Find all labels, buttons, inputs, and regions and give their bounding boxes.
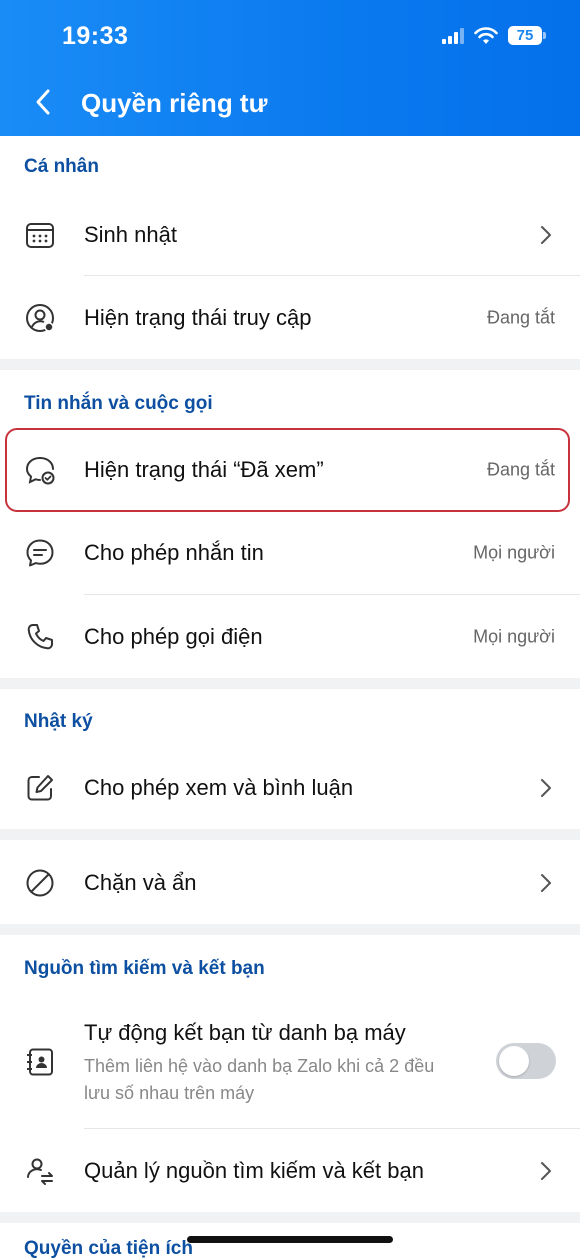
block-icon: [26, 869, 54, 897]
battery-level: 75: [516, 27, 534, 44]
app-header: 19:33 75 Quyền riêng tư: [0, 0, 580, 136]
edit-icon: [27, 775, 53, 801]
row-label: Quản lý nguồn tìm kiếm và kết bạn: [84, 1158, 424, 1183]
wifi-icon: [474, 26, 498, 44]
divider: [84, 594, 580, 595]
chat-bubble-icon: [26, 539, 54, 567]
chevron-right-icon: [541, 1162, 551, 1180]
row-allow-calls[interactable]: Cho phép gọi điện Mọi người: [0, 596, 580, 678]
row-label: Cho phép nhắn tin: [84, 540, 264, 565]
divider: [84, 1128, 580, 1129]
user-sync-icon: [27, 1158, 53, 1185]
section-gap: [0, 1212, 580, 1223]
row-manage-sources[interactable]: Quản lý nguồn tìm kiếm và kết bạn: [0, 1130, 580, 1212]
page-title: Quyền riêng tư: [81, 88, 268, 118]
row-value: Đang tắt: [486, 307, 555, 328]
phone-icon: [27, 624, 53, 650]
highlight-box: [5, 428, 570, 512]
user-status-icon: [26, 304, 54, 332]
chevron-right-icon: [541, 874, 551, 892]
battery-icon: 75: [508, 26, 546, 45]
section-header-personal: Cá nhân: [24, 156, 99, 177]
home-indicator: [187, 1236, 393, 1243]
toggle-knob: [499, 1046, 529, 1076]
chevron-right-icon: [541, 779, 551, 797]
section-header-diary: Nhật ký: [24, 711, 93, 732]
row-label: Hiện trạng thái truy cập: [84, 305, 312, 330]
row-label: Cho phép gọi điện: [84, 624, 263, 649]
status-time: 19:33: [62, 22, 129, 50]
calendar-icon: [26, 223, 54, 248]
row-allow-messages[interactable]: Cho phép nhắn tin Mọi người: [0, 512, 580, 594]
section-header-messages-calls: Tin nhắn và cuộc gọi: [24, 393, 213, 414]
section-gap: [0, 829, 580, 840]
section-header-search-friend: Nguồn tìm kiếm và kết bạn: [24, 958, 265, 979]
signal-icon: [442, 27, 464, 44]
row-label: Chặn và ẩn: [84, 870, 197, 895]
section-gap: [0, 359, 580, 370]
section-header-next: Quyền của tiện ích: [24, 1238, 193, 1259]
row-view-comment[interactable]: Cho phép xem và bình luận: [0, 747, 580, 829]
row-value: Mọi người: [473, 542, 555, 563]
row-block-hide[interactable]: Chặn và ẩn: [0, 842, 580, 924]
section-gap: [0, 924, 580, 935]
chevron-right-icon: [541, 226, 551, 244]
row-birthday[interactable]: Sinh nhật: [0, 194, 580, 276]
divider: [84, 275, 580, 276]
status-icons: 75: [442, 26, 546, 45]
row-label: Sinh nhật: [84, 222, 177, 247]
row-auto-friend: Tự động kết bạn từ danh bạ máy Thêm liên…: [0, 1000, 580, 1125]
auto-friend-toggle[interactable]: [496, 1043, 556, 1079]
contacts-book-icon: [27, 1048, 53, 1076]
row-label: Cho phép xem và bình luận: [84, 775, 354, 800]
back-arrow-icon[interactable]: [32, 88, 54, 116]
row-access-status[interactable]: Hiện trạng thái truy cập Đang tắt: [0, 277, 580, 359]
row-sublabel: Thêm liên hệ vào danh bạ Zalo khi cả 2 đ…: [84, 1056, 435, 1103]
row-label: Tự động kết bạn từ danh bạ máy: [84, 1020, 406, 1045]
row-value: Mọi người: [473, 626, 555, 647]
section-gap: [0, 678, 580, 689]
